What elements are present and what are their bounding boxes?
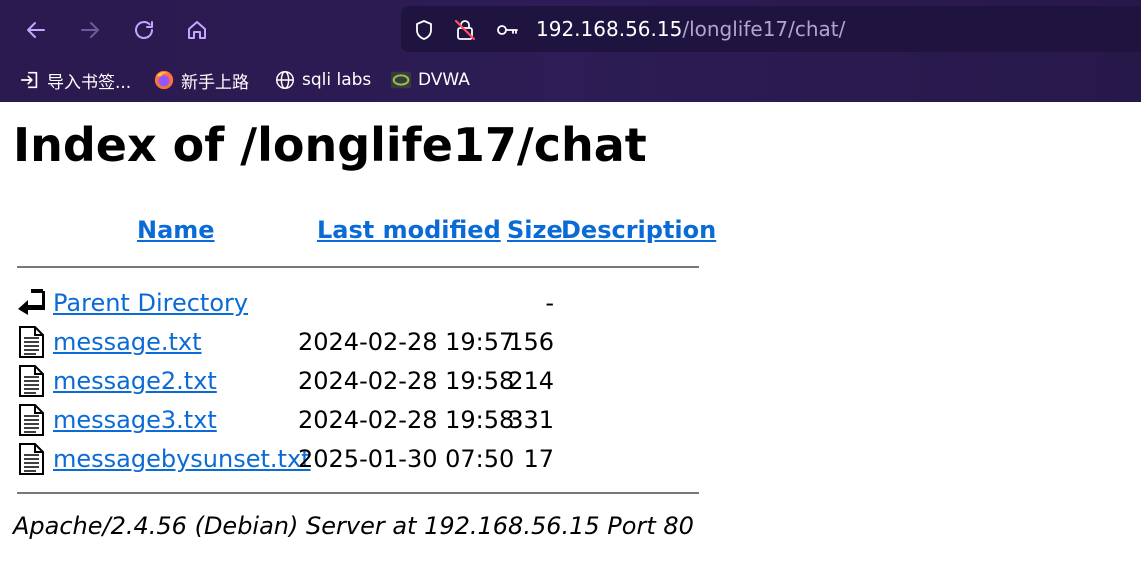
shield-icon[interactable] [412, 18, 436, 42]
home-button[interactable] [179, 12, 215, 48]
url-host: 192.168.56.15 [536, 17, 683, 41]
size-cell: 17 [523, 445, 554, 473]
column-header-name[interactable]: Name [137, 216, 215, 244]
size-cell: 214 [508, 367, 554, 395]
table-row: messagebysunset.txt 2025-01-30 07:50 17 [0, 441, 700, 477]
bookmark-label: sqli labs [302, 70, 372, 90]
reload-icon [135, 21, 153, 39]
divider [17, 492, 699, 494]
bookmarks-toolbar: 导入书签... 新手上路 sqli labs DVWA [0, 60, 1141, 100]
modified-cell: 2024-02-28 19:58 [298, 367, 515, 395]
reload-button[interactable] [126, 12, 162, 48]
column-header-description[interactable]: Description [561, 216, 716, 244]
bookmark-dvwa[interactable]: DVWA [390, 68, 470, 92]
back-folder-icon [18, 289, 45, 315]
table-row: Parent Directory - [0, 285, 700, 321]
bookmark-label: 导入书签... [47, 72, 132, 93]
modified-cell: 2025-01-30 07:50 [298, 445, 515, 473]
table-row: message2.txt 2024-02-28 19:58 214 [0, 363, 700, 399]
back-button[interactable] [18, 12, 54, 48]
bookmark-label: DVWA [418, 70, 470, 90]
server-signature: Apache/2.4.56 (Debian) Server at 192.168… [13, 512, 694, 540]
directory-listing-page: Index of /longlife17/chat Name Last modi… [0, 102, 1141, 570]
url-path: /longlife17/chat/ [682, 17, 846, 41]
home-icon [188, 21, 206, 39]
text-file-icon [19, 443, 44, 475]
text-file-icon [19, 404, 44, 436]
table-row: message3.txt 2024-02-28 19:58 331 [0, 402, 700, 438]
bookmark-label: 新手上路 [181, 72, 249, 93]
globe-icon [276, 71, 294, 89]
text-file-icon [19, 326, 44, 358]
size-cell: 331 [508, 406, 554, 434]
firefox-icon [154, 70, 174, 90]
import-icon [20, 71, 38, 89]
page-title: Index of /longlife17/chat [13, 118, 647, 172]
bookmark-import[interactable]: 导入书签... [19, 68, 132, 93]
size-cell: 156 [508, 328, 554, 356]
arrow-right-icon [81, 22, 99, 38]
bookmark-sqli-labs[interactable]: sqli labs [274, 68, 371, 92]
file-link[interactable]: message.txt [53, 328, 202, 356]
dvwa-icon [390, 71, 412, 89]
size-cell: - [545, 289, 554, 317]
column-header-last-modified[interactable]: Last modified [317, 216, 501, 244]
key-icon[interactable] [495, 18, 519, 42]
modified-cell: 2024-02-28 19:57 [298, 328, 515, 356]
arrow-left-icon [27, 22, 45, 38]
text-file-icon [19, 365, 44, 397]
browser-chrome: 192.168.56.15/longlife17/chat/ 导入书签... 新… [0, 0, 1141, 102]
forward-button[interactable] [72, 12, 108, 48]
url-text[interactable]: 192.168.56.15/longlife17/chat/ [536, 6, 845, 52]
parent-directory-link[interactable]: Parent Directory [53, 289, 248, 317]
file-link[interactable]: message2.txt [53, 367, 217, 395]
url-bar[interactable]: 192.168.56.15/longlife17/chat/ [401, 6, 1141, 52]
file-link[interactable]: messagebysunset.txt [53, 445, 311, 473]
modified-cell: 2024-02-28 19:58 [298, 406, 515, 434]
insecure-lock-icon[interactable] [453, 18, 477, 42]
column-header-size[interactable]: Size [507, 216, 563, 244]
file-link[interactable]: message3.txt [53, 406, 217, 434]
table-row: message.txt 2024-02-28 19:57 156 [0, 324, 700, 360]
divider [17, 266, 699, 268]
bookmark-getting-started[interactable]: 新手上路 [153, 68, 249, 93]
